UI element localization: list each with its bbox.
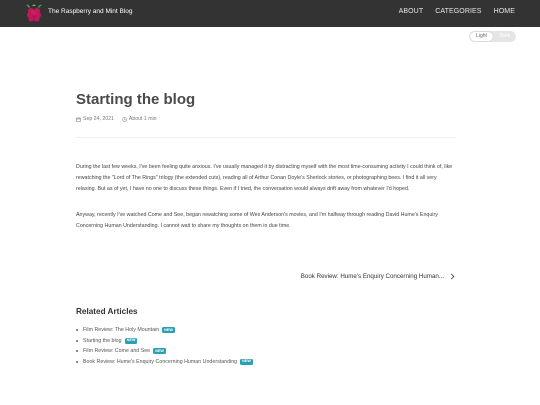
related-article-link[interactable]: Starting the blog (83, 338, 122, 344)
related-article-link[interactable]: Book Review: Hume's Enquiry Concerning H… (83, 359, 237, 365)
related-articles-list: Film Review: The Holy Mountain NEW Start… (76, 325, 253, 367)
raspberry-logo-icon[interactable] (24, 3, 44, 24)
nav-home-link[interactable]: HOME (494, 8, 515, 15)
bullet (76, 360, 78, 363)
new-badge: NEW (240, 358, 253, 365)
post-date-text: Sep 24, 2021 (83, 116, 114, 122)
clock-icon (122, 116, 127, 122)
list-item: Film Review: Come and See NEW (76, 346, 253, 357)
list-item: Starting the blog NEW (76, 336, 253, 347)
new-badge: NEW (162, 327, 176, 334)
list-item: Film Review: The Holy Mountain NEW (76, 325, 253, 336)
calendar-icon (76, 117, 81, 122)
theme-light-option[interactable]: Light (470, 32, 493, 41)
post-date: Sep 24, 2021 (76, 116, 114, 122)
theme-dark-option[interactable]: Dark (495, 32, 515, 41)
chevron-right-icon (450, 273, 455, 280)
bullet (76, 350, 78, 353)
nav-about-link[interactable]: ABOUT (399, 8, 424, 15)
next-post-link[interactable]: Book Review: Hume's Enquiry Concerning H… (301, 273, 455, 280)
divider (76, 137, 456, 138)
nav-categories-link[interactable]: CATEGORIES (435, 8, 481, 15)
new-badge: NEW (153, 348, 166, 355)
post-read-time: About 1 min (122, 116, 157, 122)
related-article-link[interactable]: Film Review: The Holy Mountain (83, 327, 159, 333)
bullet (76, 339, 78, 342)
nav-links: ABOUT CATEGORIES HOME (399, 8, 515, 15)
list-item: Book Review: Hume's Enquiry Concerning H… (76, 357, 253, 368)
post-title: Starting the blog (76, 91, 196, 108)
bullet (76, 329, 78, 332)
theme-toggle[interactable]: Light Dark (469, 31, 516, 42)
next-post-title[interactable]: Book Review: Hume's Enquiry Concerning H… (301, 273, 444, 280)
new-badge: NEW (124, 337, 138, 344)
related-articles-heading: Related Articles (76, 307, 138, 316)
related-article-link[interactable]: Film Review: Come and See (83, 348, 150, 354)
post-paragraph: Anyway, recently I've watched Come and S… (76, 212, 438, 229)
top-navbar: The Raspberry and Mint Blog ABOUT CATEGO… (0, 0, 540, 27)
site-brand[interactable]: The Raspberry and Mint Blog (48, 8, 133, 15)
post-read-time-text: About 1 min (128, 116, 157, 122)
post-meta: Sep 24, 2021 About 1 min (76, 116, 157, 122)
post-paragraph: During the last few weeks, I've been fee… (76, 164, 453, 192)
